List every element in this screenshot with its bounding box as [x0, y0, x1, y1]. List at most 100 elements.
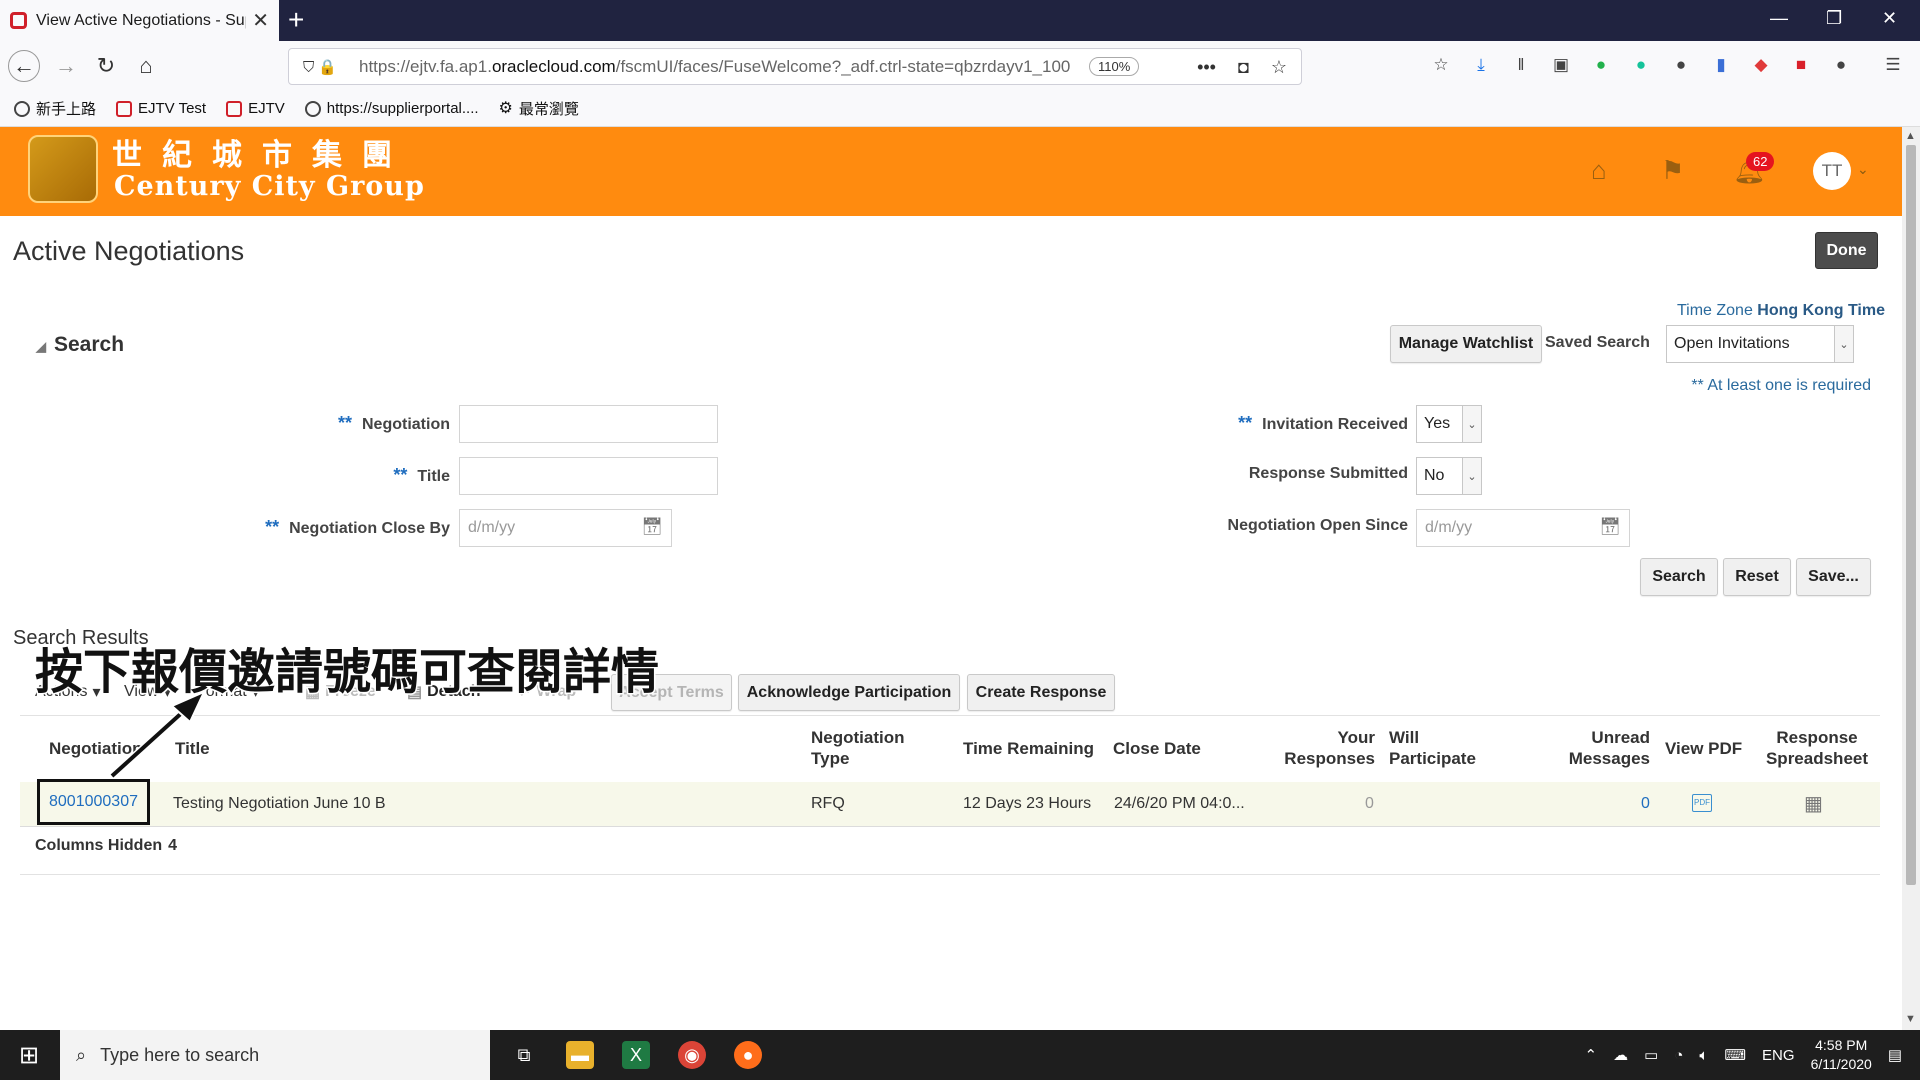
- extension-bookmark-icon[interactable]: ▮: [1710, 55, 1732, 77]
- scroll-down-icon[interactable]: ▼: [1905, 1013, 1916, 1025]
- close-by-date-input[interactable]: d/m/yy 📅︎: [459, 509, 672, 547]
- save-search-button[interactable]: Save...: [1796, 558, 1871, 596]
- saved-search-select[interactable]: Open Invitations ⌄: [1666, 325, 1854, 363]
- volume-icon[interactable]: 🔈︎: [1699, 1047, 1708, 1064]
- home-nav-icon[interactable]: ⌂: [1591, 155, 1607, 186]
- bookmark-item[interactable]: https://supplierportal....: [304, 100, 479, 117]
- invitation-received-select[interactable]: Yes ⌄: [1416, 405, 1482, 443]
- taskbar-clock[interactable]: 4:58 PM 6/11/2020: [1811, 1036, 1872, 1074]
- more-actions-icon[interactable]: •••: [1197, 57, 1216, 78]
- pocket-icon[interactable]: ◘: [1238, 57, 1249, 78]
- scrollbar-thumb[interactable]: [1906, 145, 1916, 885]
- account-icon[interactable]: ●: [1670, 55, 1692, 77]
- bookmark-item[interactable]: EJTV Test: [116, 100, 206, 117]
- extension-shield-icon[interactable]: ◆: [1750, 55, 1772, 77]
- search-button[interactable]: Search: [1640, 558, 1718, 596]
- back-icon[interactable]: ←: [8, 50, 40, 82]
- cell-unread-messages[interactable]: 0: [1641, 795, 1650, 813]
- keyboard-icon[interactable]: ⌨: [1724, 1046, 1746, 1064]
- task-view-icon[interactable]: ⧉: [510, 1041, 538, 1069]
- done-button[interactable]: Done: [1815, 232, 1878, 269]
- collapse-triangle-icon[interactable]: ◢: [36, 339, 46, 354]
- cell-your-responses: 0: [1365, 795, 1374, 812]
- close-window-icon[interactable]: ✕: [1882, 8, 1897, 29]
- company-name-cn: 世紀城市集團: [112, 138, 412, 173]
- spreadsheet-icon[interactable]: ▦: [1804, 791, 1823, 816]
- reload-icon[interactable]: ↻: [90, 50, 122, 82]
- chrome-icon[interactable]: ◉: [678, 1041, 706, 1069]
- excel-icon[interactable]: X: [622, 1041, 650, 1069]
- windows-start-icon[interactable]: ⊞: [0, 1030, 58, 1080]
- response-submitted-select[interactable]: No ⌄: [1416, 457, 1482, 495]
- page-scrollbar[interactable]: ▲ ▼: [1902, 127, 1920, 1030]
- url-bar[interactable]: ⛉ 🔒 https://ejtv.fa.ap1.oraclecloud.com/…: [288, 48, 1302, 85]
- close-by-label: ** Negotiation Close By: [265, 517, 450, 537]
- browser-tab[interactable]: View Active Negotiations - Sup ✕: [0, 0, 279, 41]
- create-response-button[interactable]: Create Response: [967, 674, 1115, 711]
- title-input[interactable]: [459, 457, 718, 495]
- extension-misc-icon[interactable]: ●: [1830, 55, 1852, 77]
- col-response-spreadsheet[interactable]: Response Spreadsheet: [1762, 727, 1872, 769]
- calendar-icon[interactable]: 📅︎: [641, 517, 663, 537]
- firefox-icon[interactable]: ●: [734, 1041, 762, 1069]
- open-since-date-input[interactable]: d/m/yy 📅︎: [1416, 509, 1630, 547]
- language-indicator[interactable]: ENG: [1762, 1047, 1795, 1064]
- bookmark-star-icon[interactable]: ☆: [1271, 57, 1287, 78]
- pdf-icon[interactable]: PDF: [1692, 794, 1712, 812]
- scroll-up-icon[interactable]: ▲: [1905, 130, 1916, 142]
- col-negotiation-type[interactable]: Negotiation Type: [811, 727, 905, 769]
- extension-grammarly-icon[interactable]: ●: [1630, 55, 1652, 77]
- cloud-icon[interactable]: ☁: [1613, 1046, 1628, 1064]
- taskbar-search[interactable]: ⌕ Type here to search: [60, 1030, 490, 1080]
- chevron-down-icon[interactable]: ⌄: [1462, 458, 1481, 494]
- url-text: https://ejtv.fa.ap1.oraclecloud.com/fscm…: [359, 56, 1071, 76]
- bookmark-item[interactable]: ⚙ 最常瀏覽: [499, 98, 579, 119]
- search-section-header[interactable]: ◢ Search: [36, 333, 124, 357]
- browser-toolbar-icons: ☆ ⤓ ‖ ▣ ● ● ● ▮ ◆ ■ ● ☰: [1430, 55, 1904, 77]
- col-view-pdf[interactable]: View PDF: [1665, 738, 1742, 759]
- extension-pdf-icon[interactable]: ■: [1790, 55, 1812, 77]
- zoom-level[interactable]: 110%: [1089, 57, 1140, 76]
- minimize-icon[interactable]: —: [1770, 8, 1788, 29]
- bookmark-item[interactable]: 新手上路: [14, 98, 96, 119]
- extension-check-icon[interactable]: ●: [1590, 55, 1612, 77]
- menu-icon[interactable]: ☰: [1882, 55, 1904, 77]
- forward-icon[interactable]: →: [50, 50, 82, 82]
- user-avatar[interactable]: TT: [1813, 152, 1851, 190]
- tray-chevron-icon[interactable]: ⌃: [1585, 1046, 1598, 1064]
- calendar-icon[interactable]: 📅︎: [1599, 517, 1621, 537]
- library-icon[interactable]: ‖: [1510, 55, 1532, 77]
- table-row[interactable]: Testing Negotiation June 10 B RFQ 12 Day…: [20, 782, 1880, 827]
- close-tab-icon[interactable]: ✕: [252, 8, 269, 33]
- col-close-date[interactable]: Close Date: [1113, 738, 1201, 759]
- table-bottom-border: [20, 874, 1880, 875]
- file-explorer-icon[interactable]: ▬: [566, 1041, 594, 1069]
- sidebar-icon[interactable]: ▣: [1550, 55, 1572, 77]
- open-since-label: Negotiation Open Since: [1227, 517, 1408, 534]
- chevron-down-icon[interactable]: ⌄: [1462, 406, 1481, 442]
- notification-center-icon[interactable]: ▤: [1888, 1046, 1902, 1064]
- download-icon[interactable]: ⤓: [1470, 55, 1492, 77]
- oracle-favicon-icon: [10, 12, 27, 29]
- col-unread-messages[interactable]: Unread Messages: [1550, 727, 1650, 769]
- home-icon[interactable]: ⌂: [130, 50, 162, 82]
- flag-icon[interactable]: ⚑: [1661, 155, 1684, 186]
- battery-icon[interactable]: ▭: [1644, 1046, 1658, 1064]
- acknowledge-participation-button[interactable]: Acknowledge Participation: [738, 674, 960, 711]
- col-will-participate[interactable]: Will Participate: [1389, 727, 1476, 769]
- col-your-responses[interactable]: Your Responses: [1270, 727, 1375, 769]
- wifi-icon[interactable]: ◔: [1674, 1047, 1683, 1064]
- restore-icon[interactable]: ❐: [1826, 8, 1842, 29]
- company-logo-icon[interactable]: [28, 135, 98, 203]
- col-time-remaining[interactable]: Time Remaining: [963, 738, 1094, 759]
- manage-watchlist-button[interactable]: Manage Watchlist: [1390, 325, 1542, 363]
- required-note: ** At least one is required: [1691, 377, 1871, 394]
- new-tab-button[interactable]: +: [288, 4, 304, 36]
- chevron-down-icon[interactable]: ⌄: [1834, 326, 1853, 362]
- reading-list-icon[interactable]: ☆: [1430, 55, 1452, 77]
- chevron-down-icon[interactable]: ⌄: [1857, 161, 1869, 178]
- bookmark-item[interactable]: EJTV: [226, 100, 285, 117]
- negotiation-number-link[interactable]: 8001000307: [37, 779, 150, 825]
- negotiation-input[interactable]: [459, 405, 718, 443]
- reset-button[interactable]: Reset: [1723, 558, 1791, 596]
